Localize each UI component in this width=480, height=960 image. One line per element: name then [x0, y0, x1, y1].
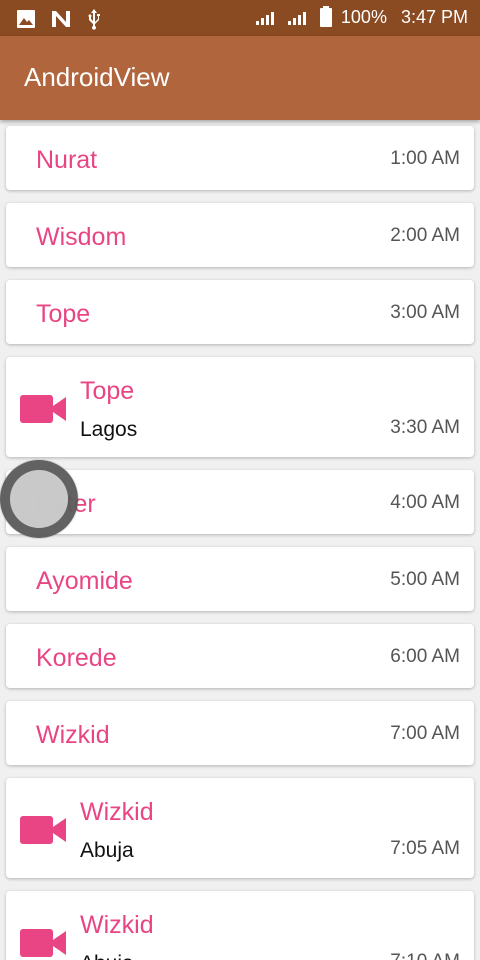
- item-name: Nurat: [36, 146, 98, 174]
- list-item[interactable]: Korede 6:00 AM: [6, 624, 474, 688]
- list-item-video[interactable]: Tope Lagos 3:30 AM: [6, 357, 474, 457]
- list-item[interactable]: Nurat 1:00 AM: [6, 126, 474, 190]
- item-time: 7:10 AM: [390, 951, 460, 960]
- list-item[interactable]: Wizkid 7:00 AM: [6, 701, 474, 765]
- item-time: 1:00 AM: [390, 148, 460, 169]
- item-name: Wizkid: [80, 798, 154, 826]
- item-time: 3:00 AM: [390, 302, 460, 323]
- item-city: Abuja: [80, 839, 134, 862]
- item-time: 7:00 AM: [390, 723, 460, 744]
- item-name: Wizkid: [36, 721, 110, 749]
- item-name: Ayomide: [36, 567, 133, 595]
- video-camera-icon: [20, 816, 66, 844]
- item-name: Tope: [36, 300, 91, 328]
- item-time: 3:30 AM: [390, 417, 460, 438]
- video-camera-icon: [20, 929, 66, 957]
- signal-2-icon: [287, 12, 306, 25]
- list-item[interactable]: Wisdom 2:00 AM: [6, 203, 474, 267]
- app-bar: AndroidView: [0, 36, 480, 120]
- list-item[interactable]: Tope 3:00 AM: [6, 280, 474, 344]
- n-notification-icon: [52, 11, 70, 27]
- item-name: Wisdom: [36, 223, 127, 251]
- item-city: Lagos: [80, 418, 138, 441]
- signal-1-icon: [255, 12, 274, 25]
- touch-indicator-inner: [10, 470, 68, 528]
- item-name: Wizkid: [80, 911, 154, 939]
- item-name: Tope: [80, 377, 135, 405]
- battery-icon: [319, 6, 332, 27]
- video-camera-icon: [20, 395, 66, 423]
- battery-percent: 100%: [340, 6, 387, 27]
- list-item-video[interactable]: Wizkid Abuja 7:10 AM: [6, 891, 474, 960]
- status-right: 100% 3:47 PM: [255, 6, 468, 28]
- list-item-video[interactable]: Wizkid Abuja 7:05 AM: [6, 778, 474, 878]
- item-list[interactable]: Nurat 1:00 AM Wisdom 2:00 AM Tope 3:00 A…: [0, 120, 480, 960]
- clock: 3:47 PM: [400, 6, 468, 27]
- item-time: 4:00 AM: [390, 492, 460, 513]
- status-left-icons: [16, 8, 102, 30]
- item-city: Abuja: [80, 952, 134, 960]
- item-time: 5:00 AM: [390, 569, 460, 590]
- item-time: 7:05 AM: [390, 838, 460, 859]
- status-bar: 100% 3:47 PM: [0, 0, 480, 36]
- list-item[interactable]: Ayomide 5:00 AM: [6, 547, 474, 611]
- usb-icon: [88, 9, 100, 30]
- item-name: Korede: [36, 644, 117, 672]
- page-title: AndroidView: [24, 62, 170, 92]
- touch-indicator: [0, 460, 78, 538]
- item-time: 6:00 AM: [390, 646, 460, 667]
- image-notification-icon: [17, 10, 35, 28]
- item-time: 2:00 AM: [390, 225, 460, 246]
